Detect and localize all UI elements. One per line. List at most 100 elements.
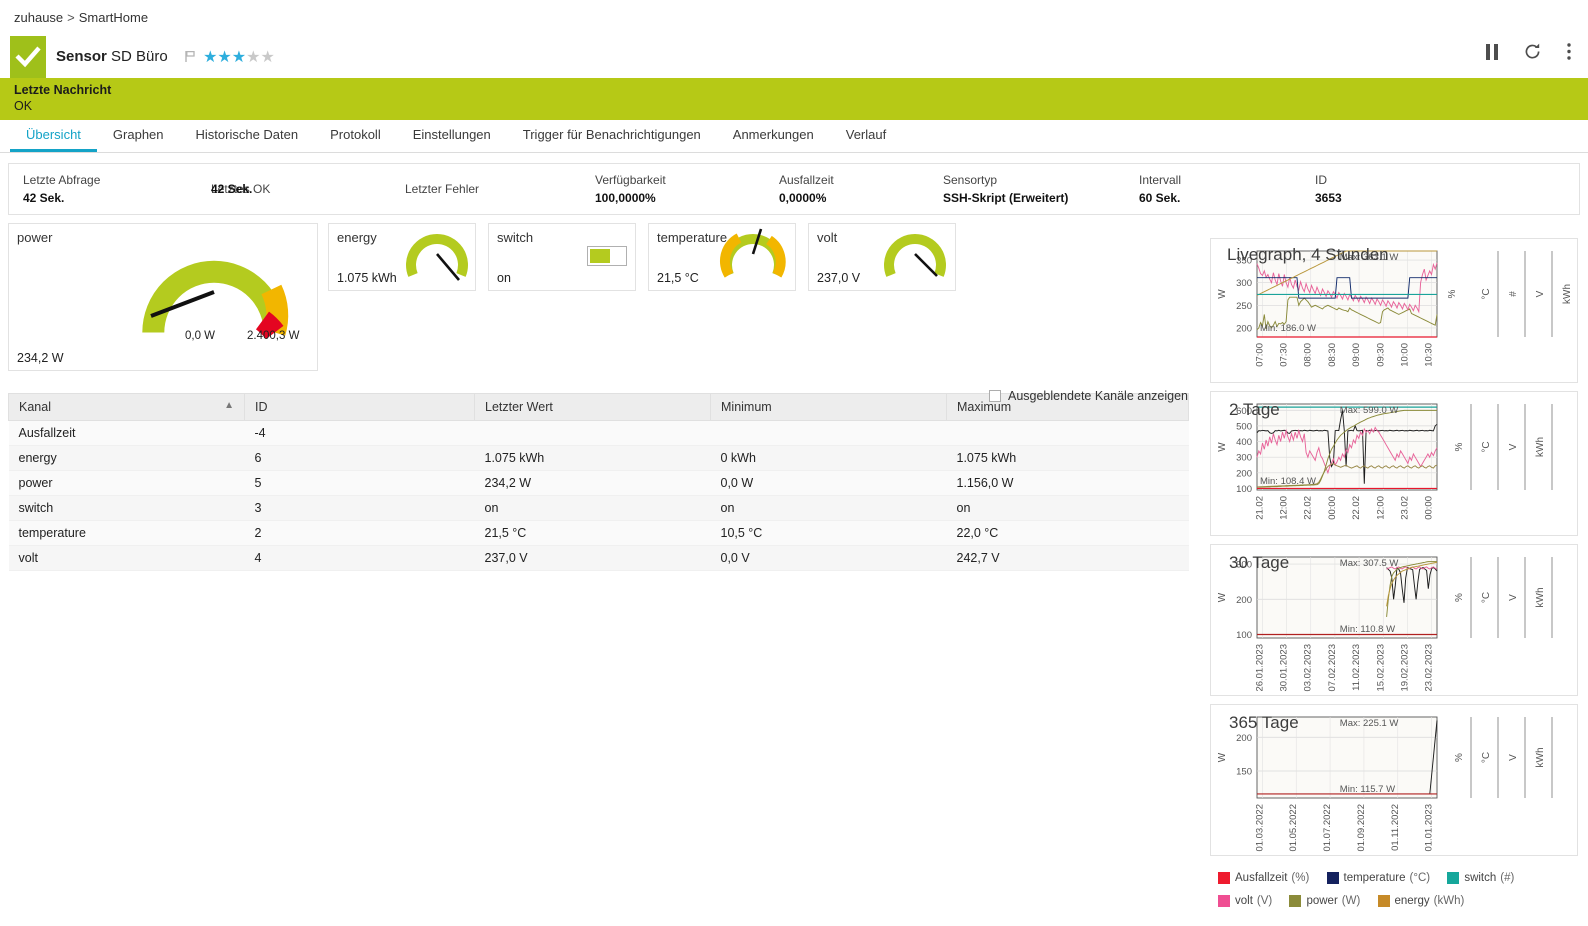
tab-graphen[interactable]: Graphen xyxy=(97,120,180,152)
pause-button[interactable] xyxy=(1485,43,1499,61)
graph-card-live[interactable]: Livegraph, 4 Stunden 200 250 300 350 W 07:00 0… xyxy=(1210,238,1578,383)
svg-text:Max: 225.1 W: Max: 225.1 W xyxy=(1340,718,1399,729)
legend-unit: (V) xyxy=(1256,895,1273,907)
column-header-minimum[interactable]: Minimum xyxy=(710,393,947,421)
cell-letzter-wert: 21,5 °C xyxy=(474,520,711,546)
refresh-button[interactable] xyxy=(1523,42,1542,61)
svg-text:01.03.2022: 01.03.2022 xyxy=(1254,804,1265,852)
svg-text:100: 100 xyxy=(1236,630,1252,641)
svg-text:26.01.2023: 26.01.2023 xyxy=(1254,644,1265,692)
info-value: 100,0000% xyxy=(595,190,656,205)
graph-card-365tage[interactable]: 365 Tage 150 200 W 01.03.2022 01.05.2022 01.0… xyxy=(1210,704,1578,856)
table-row[interactable]: switch 3 on on on xyxy=(8,495,1189,521)
svg-text:400: 400 xyxy=(1236,437,1252,448)
svg-text:Max: 307.5 W: Max: 307.5 W xyxy=(1340,558,1399,569)
breadcrumb-node[interactable]: SmartHome xyxy=(79,10,148,25)
tab-historische-daten[interactable]: Historische Daten xyxy=(180,120,315,152)
svg-text:03.02.2023: 03.02.2023 xyxy=(1303,644,1314,692)
gauge-temperature-value: 21,5 °C xyxy=(657,271,699,285)
graph-card-30tage[interactable]: 30 Tage 100 200 300 W 26.01.2023 30.01.2023 03… xyxy=(1210,544,1578,696)
tab-protokoll[interactable]: Protokoll xyxy=(314,120,397,152)
legend-swatch xyxy=(1289,895,1302,907)
svg-text:12:00: 12:00 xyxy=(1279,496,1290,520)
switch-toggle-indicator[interactable] xyxy=(587,246,627,266)
svg-text:08:30: 08:30 xyxy=(1327,343,1338,367)
cell-letzter-wert: 234,2 W xyxy=(474,470,711,496)
svg-text:12:00: 12:00 xyxy=(1375,496,1386,520)
star-1[interactable]: ★ xyxy=(203,49,217,66)
svg-text:%: % xyxy=(1454,442,1465,451)
svg-text:200: 200 xyxy=(1236,595,1252,606)
column-header-letzter-wert[interactable]: Letzter Wert xyxy=(474,393,711,421)
legend-item-power: power (W) xyxy=(1289,891,1360,911)
graph-card-2tage[interactable]: 2 Tage 100 200 300 400 500 600 W 21.02 12:00 22.0… xyxy=(1210,391,1578,536)
hidden-channels-checkbox[interactable] xyxy=(988,390,1001,402)
table-row[interactable]: energy 6 1.075 kWh 0 kWh 1.075 kWh xyxy=(8,445,1189,471)
info-letzte-abfrage: Letzte Abfrage 42 Sek. xyxy=(15,172,211,207)
svg-text:°C: °C xyxy=(1481,441,1492,452)
svg-text:W: W xyxy=(1217,592,1228,602)
gauge-switch-label: switch xyxy=(497,230,534,245)
last-message-body: OK xyxy=(14,99,33,113)
hidden-channels-toggle[interactable]: Ausgeblendete Kanäle anzeigen xyxy=(988,389,1188,403)
legend-unit: (kWh) xyxy=(1433,895,1465,907)
cell-id: 4 xyxy=(244,545,475,571)
info-value: SSH-Skript (Erweitert) xyxy=(943,190,1069,205)
svg-text:10:00: 10:00 xyxy=(1399,343,1410,367)
cell-maximum: 1.075 kWh xyxy=(946,445,1189,471)
star-5[interactable]: ★ xyxy=(260,49,274,66)
breadcrumb-root[interactable]: zuhause xyxy=(14,10,63,25)
cell-letzter-wert: on xyxy=(474,495,711,521)
graph-sidebar: Livegraph, 4 Stunden 200 250 300 350 W 07:00 0… xyxy=(1210,238,1578,914)
svg-text:01.05.2022: 01.05.2022 xyxy=(1288,804,1299,852)
gauge-temperature[interactable]: temperature 21,5 °C xyxy=(648,223,796,291)
svg-text:°C: °C xyxy=(1481,752,1492,763)
svg-text:150: 150 xyxy=(1236,767,1252,778)
star-2[interactable]: ★ xyxy=(217,49,231,66)
last-message-title: Letzte Nachricht xyxy=(14,83,112,97)
gauge-volt-dial xyxy=(884,234,946,277)
svg-text:W: W xyxy=(1217,442,1228,452)
column-header-id[interactable]: ID xyxy=(244,393,475,421)
svg-text:%: % xyxy=(1454,593,1465,602)
gauge-switch[interactable]: switch on xyxy=(488,223,636,291)
cell-kanal: switch xyxy=(8,495,245,521)
priority-stars[interactable]: ★★★★★ xyxy=(203,47,275,67)
more-menu-button[interactable] xyxy=(1566,42,1572,61)
svg-text:22.02: 22.02 xyxy=(1351,496,1362,520)
table-row[interactable]: temperature 2 21,5 °C 10,5 °C 22,0 °C xyxy=(8,520,1189,546)
legend-swatch xyxy=(1218,872,1230,884)
gauge-power[interactable]: power 0,0 W 2.400,3 W 234,2 W xyxy=(8,223,318,371)
gauge-energy[interactable]: energy 1.075 kWh xyxy=(328,223,476,291)
column-header-label: Letzter Wert xyxy=(485,400,553,414)
table-row[interactable]: Ausfallzeit -4 xyxy=(8,420,1189,446)
svg-text:V: V xyxy=(1535,290,1546,297)
legend-item-switch: switch (#) xyxy=(1447,868,1514,888)
star-4[interactable]: ★ xyxy=(246,49,260,66)
star-3[interactable]: ★ xyxy=(232,49,246,66)
svg-text:15.02.2023: 15.02.2023 xyxy=(1375,644,1386,692)
svg-text:200: 200 xyxy=(1236,323,1252,334)
flag-icon[interactable] xyxy=(184,50,197,67)
tab-verlauf[interactable]: Verlauf xyxy=(830,120,902,152)
graph-title-live: Livegraph, 4 Stunden xyxy=(1227,245,1389,264)
svg-text:11.02.2023: 11.02.2023 xyxy=(1351,644,1362,691)
svg-text:100: 100 xyxy=(1236,484,1252,495)
gauge-volt-value: 237,0 V xyxy=(817,271,861,285)
gauge-temperature-dial xyxy=(719,228,786,278)
tab-trigger[interactable]: Trigger für Benachrichtigungen xyxy=(507,120,717,152)
tab-uebersicht[interactable]: Übersicht xyxy=(10,120,97,152)
svg-text:°C: °C xyxy=(1481,288,1492,299)
tab-anmerkungen[interactable]: Anmerkungen xyxy=(717,120,830,152)
column-header-kanal[interactable]: Kanal ▲ xyxy=(8,393,245,421)
svg-text:200: 200 xyxy=(1236,733,1252,744)
svg-text:08:00: 08:00 xyxy=(1303,343,1314,367)
gauge-volt[interactable]: volt 237,0 V xyxy=(808,223,956,291)
cell-letzter-wert: 237,0 V xyxy=(474,545,711,571)
cell-minimum xyxy=(710,420,947,446)
tab-einstellungen[interactable]: Einstellungen xyxy=(397,120,507,152)
legend-label: power xyxy=(1306,895,1338,907)
table-row[interactable]: volt 4 237,0 V 0,0 V 242,7 V xyxy=(8,545,1189,571)
cell-letzter-wert xyxy=(474,420,711,446)
table-row[interactable]: power 5 234,2 W 0,0 W 1.156,0 W xyxy=(8,470,1189,496)
